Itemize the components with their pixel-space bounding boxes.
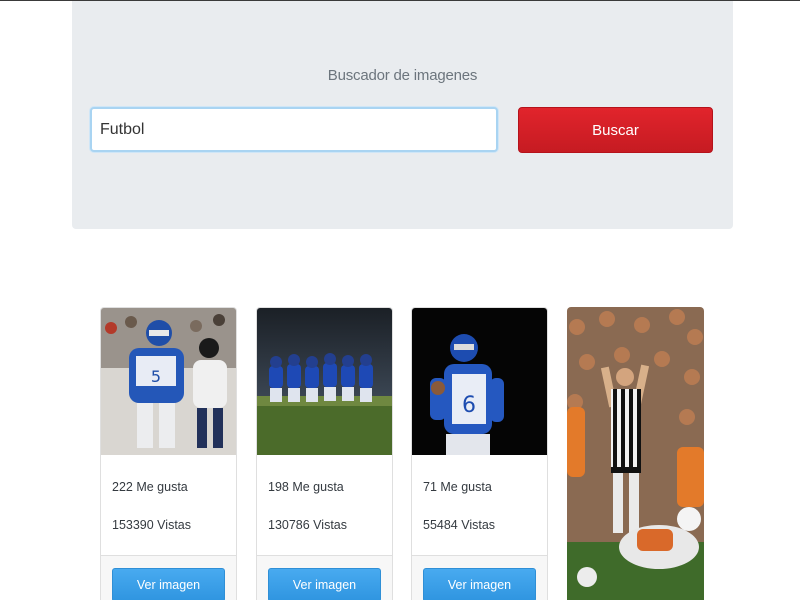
result-image[interactable]: 5: [101, 308, 236, 455]
likes-count: 222 Me gusta: [112, 480, 188, 494]
likes-count: 198 Me gusta: [268, 480, 344, 494]
view-image-button[interactable]: Ver imagen: [423, 568, 536, 600]
result-image-tall[interactable]: [567, 307, 704, 600]
card-footer: Ver imagen: [412, 555, 547, 600]
view-image-button[interactable]: Ver imagen: [112, 568, 225, 600]
card-body: 222 Me gusta 153390 Vistas: [101, 455, 236, 555]
result-image[interactable]: [257, 308, 392, 455]
views-count: 130786 Vistas: [268, 518, 347, 532]
card-body: 198 Me gusta 130786 Vistas: [257, 455, 392, 555]
card-body: 71 Me gusta 55484 Vistas: [412, 455, 547, 555]
svg-text:6: 6: [462, 393, 476, 418]
search-title: Buscador de imagenes: [327, 67, 478, 84]
card-footer: Ver imagen: [257, 555, 392, 600]
views-count: 55484 Vistas: [423, 518, 496, 532]
result-card: 6 71 Me gusta 55484 Vistas Ver imagen: [411, 307, 548, 600]
search-button[interactable]: Buscar: [518, 107, 713, 153]
view-image-button[interactable]: Ver imagen: [268, 568, 381, 600]
likes-count: 71 Me gusta: [423, 480, 492, 494]
search-input[interactable]: [90, 107, 498, 152]
result-card: 198 Me gusta 130786 Vistas Ver imagen: [256, 307, 393, 600]
result-image[interactable]: 6: [412, 308, 547, 455]
svg-text:5: 5: [151, 367, 161, 386]
search-panel: Buscador de imagenes Buscar: [72, 1, 733, 229]
result-card: 5 222 Me gusta 153390 Vistas Ver imagen: [100, 307, 237, 600]
views-count: 153390 Vistas: [112, 518, 191, 532]
card-footer: Ver imagen: [101, 555, 236, 600]
